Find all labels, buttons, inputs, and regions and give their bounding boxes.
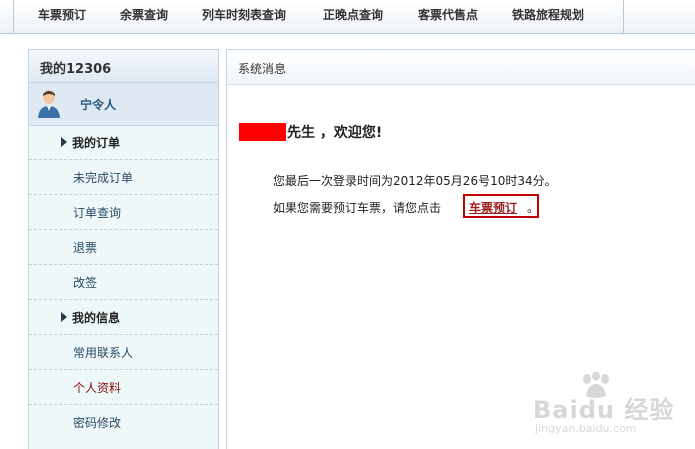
user-panel: 宁令人 <box>29 83 218 126</box>
baidu-watermark: Baidu 经验 jingyan.baidu.com <box>533 372 693 448</box>
panel-header: 系统消息 <box>227 50 695 85</box>
sidebar-item-profile[interactable]: 个人资料 <box>29 370 218 405</box>
sidebar-section-orders[interactable]: 我的订单 <box>29 125 218 160</box>
booking-prompt: 如果您需要预订车票，请您点击 <box>273 201 442 215</box>
booking-link-highlight: 车票预订 。 <box>463 194 539 218</box>
sidebar-item-label: 订单查询 <box>73 206 122 220</box>
watermark-url: jingyan.baidu.com <box>535 422 637 435</box>
sidebar-item-label: 密码修改 <box>73 416 122 430</box>
sidebar-item-reschedule[interactable]: 改签 <box>29 265 218 300</box>
user-avatar-icon <box>38 90 60 118</box>
sidebar-item-refund[interactable]: 退票 <box>29 230 218 265</box>
nav-ticket-booking[interactable]: 车票预订 <box>38 0 86 33</box>
nav-journey-planning[interactable]: 铁路旅程规划 <box>512 0 584 33</box>
nav-remaining-tickets[interactable]: 余票查询 <box>120 0 168 33</box>
triangle-right-icon <box>61 137 67 147</box>
username: 宁令人 <box>80 98 117 112</box>
sidebar-item-contacts[interactable]: 常用联系人 <box>29 335 218 370</box>
top-navigation: 车票预订 余票查询 列车时刻表查询 正晚点查询 客票代售点 铁路旅程规划 <box>0 0 695 34</box>
nav-divider <box>623 0 624 33</box>
welcome-message: 先生 ，欢迎您! <box>287 125 383 141</box>
sidebar-item-unfinished-orders[interactable]: 未完成订单 <box>29 160 218 195</box>
nav-train-timetable[interactable]: 列车时刻表查询 <box>202 0 286 33</box>
sidebar-item-label: 退票 <box>73 241 98 255</box>
sidebar: 我的12306 宁令人 我的订单 未完成订单 订单查询 退票 改签 我的信息 常… <box>28 49 219 449</box>
sidebar-item-label: 未完成订单 <box>73 171 134 185</box>
section-label: 我的信息 <box>72 311 121 325</box>
sidebar-section-my-info[interactable]: 我的信息 <box>29 300 218 335</box>
watermark-brand: Baidu 经验 <box>533 396 675 424</box>
sidebar-item-order-query[interactable]: 订单查询 <box>29 195 218 230</box>
ticket-booking-link[interactable]: 车票预订 <box>469 199 517 216</box>
nav-delay-query[interactable]: 正晚点查询 <box>323 0 383 33</box>
sidebar-item-label: 常用联系人 <box>73 346 134 360</box>
sidebar-title: 我的12306 <box>40 62 112 77</box>
sidebar-item-label: 个人资料 <box>73 381 122 395</box>
booking-suffix: 。 <box>527 201 540 215</box>
sidebar-header: 我的12306 <box>29 50 218 83</box>
last-login-text: 您最后一次登录时间为2012年05月26号10时34分。 <box>273 174 557 188</box>
section-label: 我的订单 <box>72 136 121 150</box>
triangle-right-icon <box>61 312 67 322</box>
sidebar-item-change-password[interactable]: 密码修改 <box>29 405 218 439</box>
nav-ticket-agencies[interactable]: 客票代售点 <box>418 0 478 33</box>
panel-title: 系统消息 <box>238 62 287 76</box>
sidebar-item-label: 改签 <box>73 276 98 290</box>
redacted-name <box>239 123 286 141</box>
nav-divider <box>13 0 14 33</box>
